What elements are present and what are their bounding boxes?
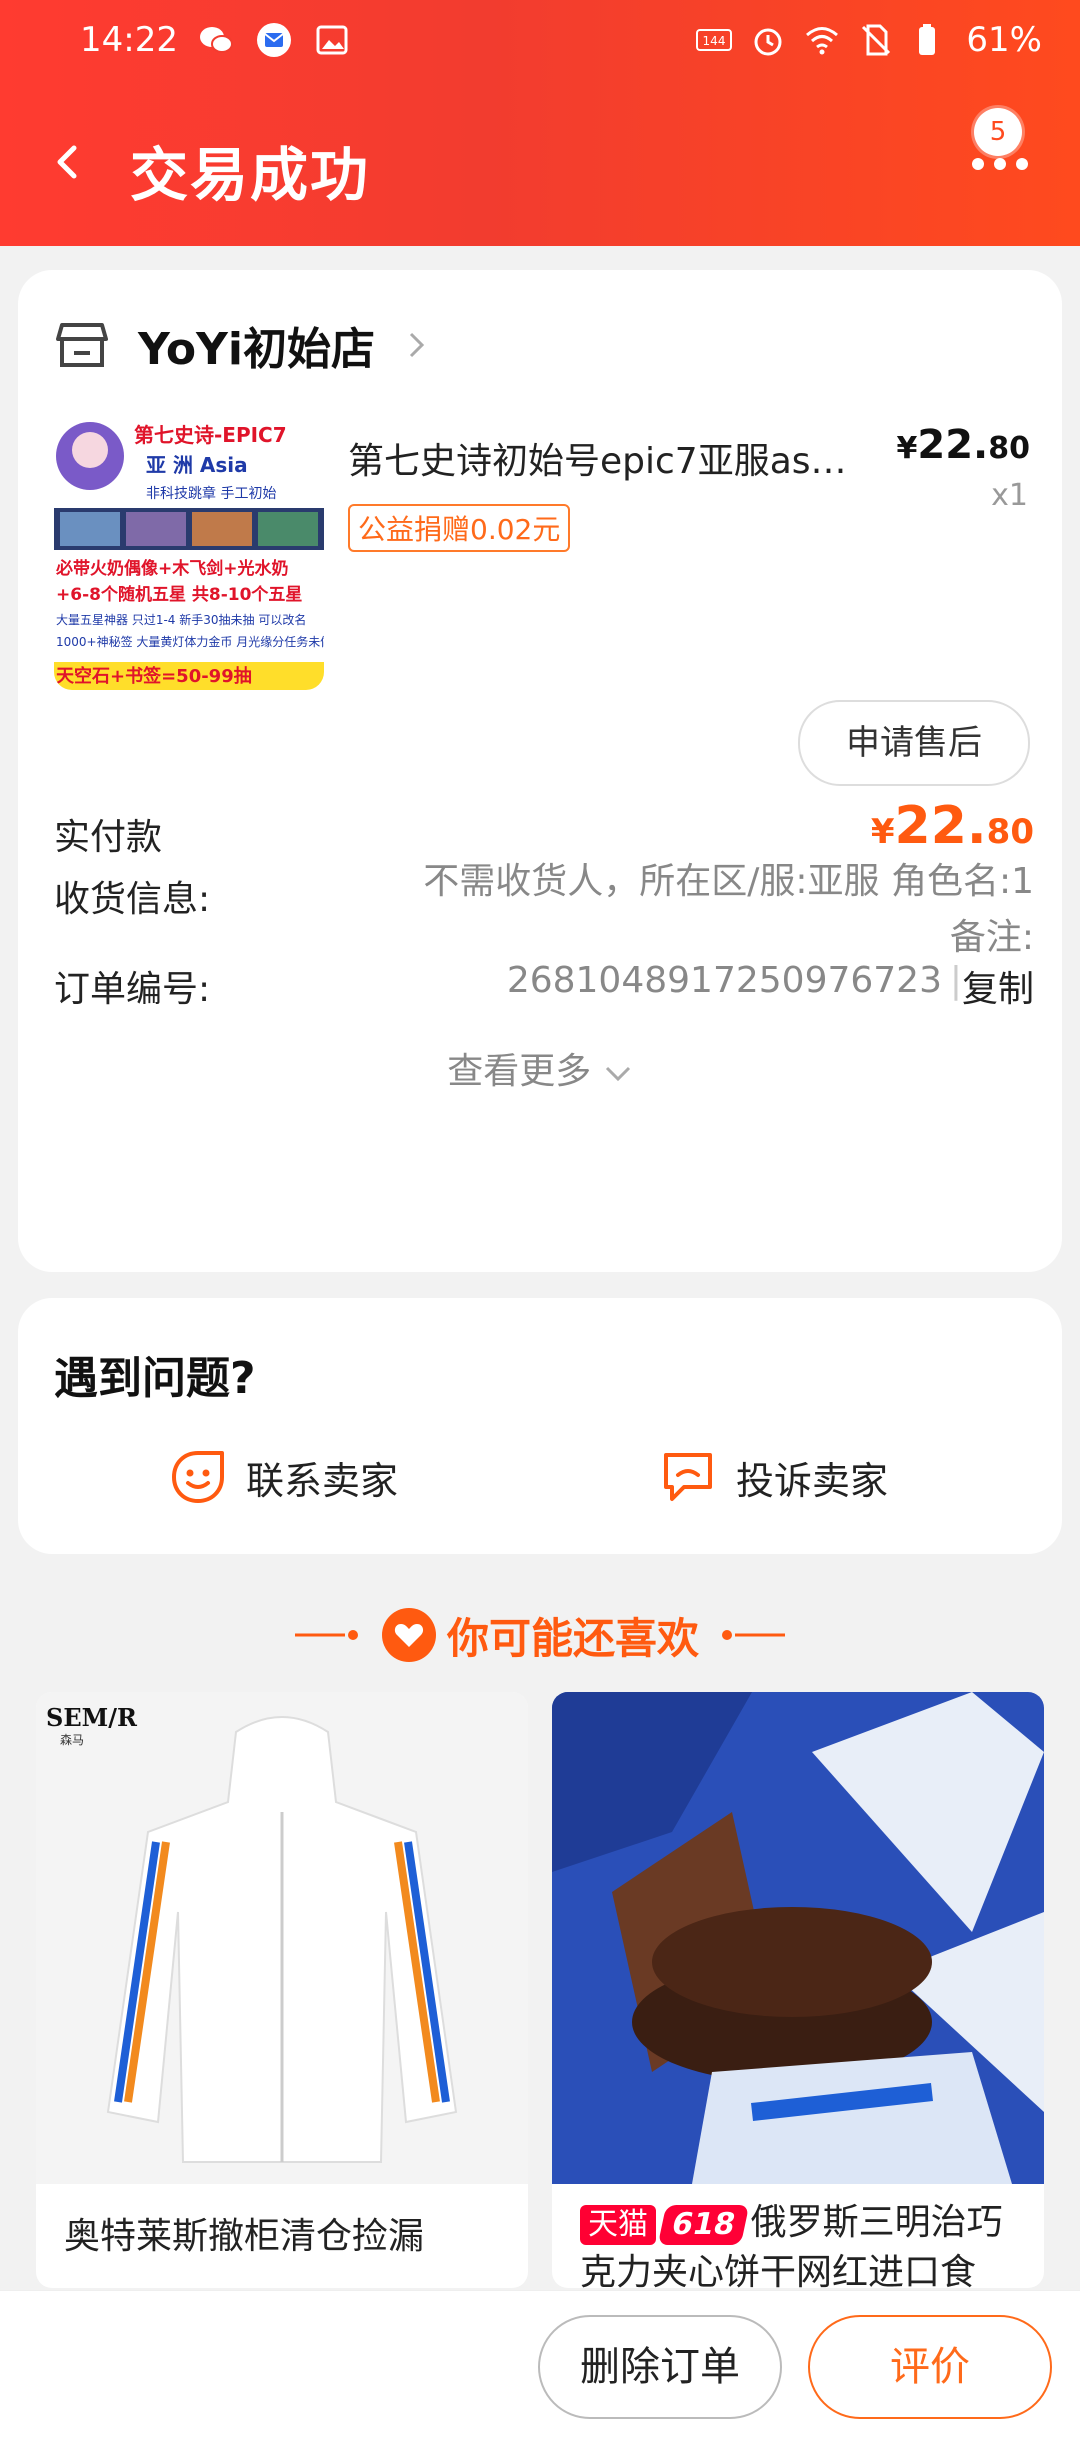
recommendation-item[interactable]: SEM/R 森马 奥特莱斯撤柜清仓捡漏 bbox=[36, 1692, 528, 2288]
notification-icons bbox=[198, 22, 350, 58]
product-title[interactable]: 第七史诗初始号epic7亚服as… bbox=[348, 432, 908, 484]
paid-integer: 22. bbox=[894, 796, 987, 856]
shipping-label: 收货信息: bbox=[54, 879, 211, 920]
status-time: 14:22 bbox=[80, 20, 178, 60]
after-sale-button[interactable]: 申请售后 bbox=[798, 700, 1030, 786]
product-image-text-8: 天空石+书签=50-99抽 bbox=[56, 665, 252, 687]
order-number-label: 订单编号: bbox=[54, 969, 211, 1010]
wifi-icon bbox=[804, 22, 840, 58]
delete-order-button[interactable]: 删除订单 bbox=[538, 2315, 782, 2419]
chevron-down-icon bbox=[605, 1066, 630, 1082]
product-image-text-5: +6-8个随机五星 共8-10个五星 bbox=[56, 584, 302, 605]
shipping-line-1: 不需收货人，所在区/服:亚服 角色名:1 bbox=[423, 861, 1034, 902]
header-bar: 14:22 144 61% 交易成功 bbox=[0, 0, 1080, 246]
wechat-icon bbox=[198, 22, 234, 58]
brand-logo: SEM/R bbox=[46, 1703, 138, 1732]
refresh-rate-icon: 144 bbox=[696, 22, 733, 58]
recommendation-item[interactable]: 天猫 618 俄罗斯三明治巧克力夹心饼干网红进口食 bbox=[552, 1692, 1044, 2288]
product-image-text-2: 亚 洲 Asia bbox=[146, 453, 248, 477]
more-dots-icon bbox=[972, 158, 1036, 170]
battery-icon bbox=[912, 22, 948, 58]
jacket-image: SEM/R 森马 bbox=[36, 1692, 528, 2184]
promo-618-tag: 618 bbox=[657, 2205, 749, 2245]
status-bar: 14:22 144 61% bbox=[0, 0, 1080, 80]
left-decoration bbox=[294, 1630, 358, 1640]
order-number-row: 订单编号: 2681048917250976723 | 复制 bbox=[54, 960, 1034, 1020]
product-image-text-7: 1000+神秘签 大量黄灯体力金币 月光缘分任务未做 bbox=[56, 634, 324, 649]
paid-amount: ¥22.80 bbox=[871, 796, 1034, 856]
recommendation-name: 天猫 618 俄罗斯三明治巧克力夹心饼干网红进口食 bbox=[580, 2198, 1020, 2288]
store-row[interactable]: YoYi初始店 bbox=[54, 310, 431, 380]
complaint-chat-icon bbox=[664, 1453, 712, 1501]
problem-title: 遇到问题? bbox=[54, 1353, 256, 1404]
product-image-text-4: 必带火奶偶像+木飞剑+光水奶 bbox=[55, 558, 289, 579]
paid-label: 实付款 bbox=[54, 817, 163, 858]
heart-icon bbox=[381, 1608, 436, 1662]
price-decimal: 80 bbox=[988, 431, 1030, 466]
battery-level: 61% bbox=[966, 20, 1042, 60]
price-integer: 22. bbox=[917, 422, 989, 468]
cookie-image bbox=[552, 1692, 1044, 2184]
view-more-button[interactable]: 查看更多 bbox=[18, 1042, 1062, 1094]
smiley-chat-icon bbox=[172, 1451, 224, 1503]
back-button[interactable] bbox=[48, 142, 88, 182]
product-price: ¥22.80 bbox=[897, 422, 1030, 468]
problem-card: 遇到问题? 联系卖家 投诉卖家 bbox=[18, 1298, 1062, 1554]
mail-icon bbox=[256, 22, 292, 58]
review-button[interactable]: 评价 bbox=[808, 2315, 1052, 2419]
image-icon bbox=[314, 22, 350, 58]
recommendation-title-text: 你可能还喜欢 bbox=[446, 1613, 699, 1663]
product-image-text-3: 非科技跳章 手工初始 bbox=[146, 485, 276, 502]
store-name: YoYi初始店 bbox=[138, 324, 375, 375]
back-arrow-icon bbox=[57, 145, 77, 179]
store-icon bbox=[56, 323, 108, 367]
svg-text:144: 144 bbox=[703, 34, 726, 48]
product-image-text-6: 大量五星神器 只过1-4 新手30抽未抽 可以改名 bbox=[56, 612, 306, 627]
page-title: 交易成功 bbox=[130, 141, 371, 209]
paid-decimal: 80 bbox=[986, 812, 1034, 852]
product-image-text-1: 第七史诗-EPIC7 bbox=[134, 423, 287, 447]
complain-seller-button[interactable]: 投诉卖家 bbox=[658, 1442, 888, 1512]
charity-tag: 公益捐赠0.02元 bbox=[348, 504, 571, 552]
title-row: 交易成功 bbox=[0, 120, 1080, 210]
order-number: 2681048917250976723 bbox=[506, 960, 942, 1001]
product-image[interactable]: 第七史诗-EPIC7 亚 洲 Asia 非科技跳章 手工初始 必带火奶偶像+木飞… bbox=[54, 420, 324, 690]
product-quantity: x1 bbox=[991, 478, 1028, 513]
right-decoration bbox=[722, 1630, 785, 1640]
no-sim-icon bbox=[858, 22, 894, 58]
status-right: 144 61% bbox=[696, 20, 1042, 60]
recommendation-grid: SEM/R 森马 奥特莱斯撤柜清仓捡漏 天猫 618 俄罗斯三明治巧克力夹心饼干网红… bbox=[36, 1692, 1044, 2288]
paid-currency: ¥ bbox=[870, 812, 895, 852]
order-card: YoYi初始店 第七史诗-EPIC7 亚 洲 Asia 非科技跳章 手工初始 必… bbox=[18, 270, 1062, 1272]
complain-seller-label: 投诉卖家 bbox=[736, 1458, 889, 1503]
recommendation-name: 奥特莱斯撤柜清仓捡漏 bbox=[64, 2216, 425, 2257]
alarm-icon bbox=[750, 22, 786, 58]
order-separator: | bbox=[949, 960, 962, 1001]
view-more-label: 查看更多 bbox=[447, 1051, 592, 1092]
price-currency: ¥ bbox=[896, 431, 918, 466]
chevron-right-icon bbox=[409, 332, 425, 358]
contact-seller-label: 联系卖家 bbox=[246, 1458, 399, 1503]
recommendation-title: 你可能还喜欢 bbox=[0, 1600, 1080, 1670]
tmall-tag: 天猫 bbox=[580, 2205, 656, 2245]
bottom-action-bar: 删除订单 评价 bbox=[0, 2290, 1080, 2449]
copy-button[interactable]: 复制 bbox=[962, 960, 1034, 1012]
contact-seller-button[interactable]: 联系卖家 bbox=[168, 1442, 398, 1512]
shipping-value: 不需收货人，所在区/服:亚服 角色名:1 备注: bbox=[334, 854, 1034, 966]
message-count-badge: 5 bbox=[974, 108, 1022, 156]
brand-sub: 森马 bbox=[60, 1732, 84, 1747]
shipping-line-2: 备注: bbox=[949, 917, 1034, 958]
